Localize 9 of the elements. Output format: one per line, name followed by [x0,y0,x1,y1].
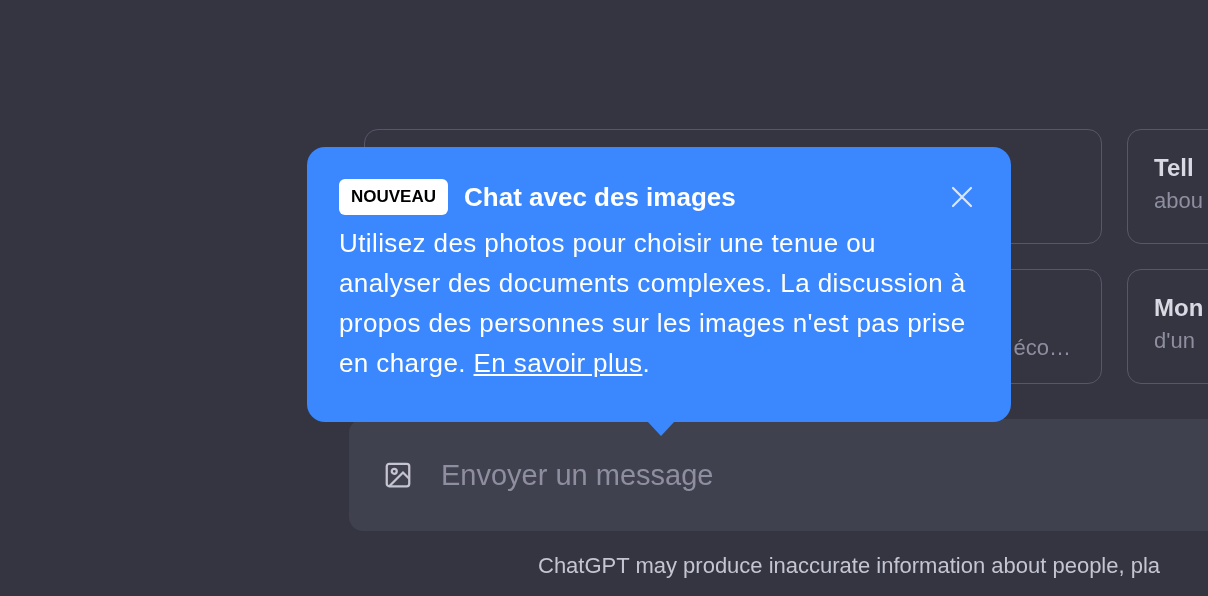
suggestion-subtitle: éco… [1013,335,1071,361]
new-badge: NOUVEAU [339,179,448,215]
popover-title: Chat avec des images [464,181,737,213]
suggestion-subtitle: abou [1154,188,1204,214]
suggestion-subtitle: d'un [1154,328,1196,354]
suggestion-title: Mon [1154,294,1205,322]
popover-description: Utilisez des photos pour choisir une tenue ou analyser des documents complexes. La discussion à propos des personnes sur les images n'est pas prise en charge. En savoir plus. [339,227,967,380]
suggestion-title: Tell [1154,154,1195,182]
disclaimer-text: ChatGPT may produce inaccurate information about people, pla [538,553,1162,579]
